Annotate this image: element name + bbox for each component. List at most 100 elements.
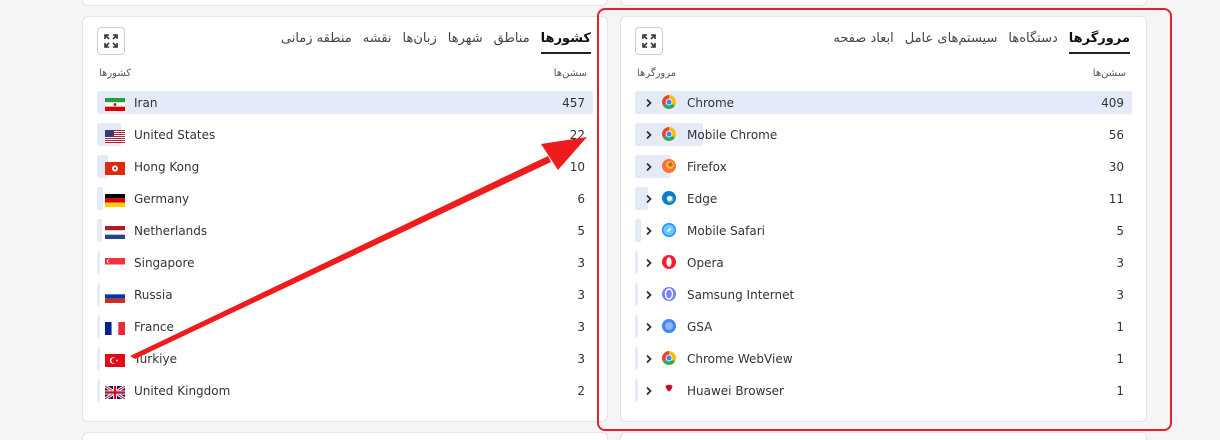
country-name: Russia xyxy=(134,287,173,302)
tab-languages[interactable]: زبان‌ها xyxy=(403,29,437,54)
chrome-icon xyxy=(661,126,678,143)
session-count: 56 xyxy=(1108,127,1124,142)
sessions-column-header: سشن‌ها xyxy=(553,68,587,79)
chevron-right-icon[interactable] xyxy=(641,95,657,111)
safari-icon xyxy=(661,222,678,239)
session-count: 3 xyxy=(577,255,585,270)
session-count: 30 xyxy=(1108,159,1124,174)
browser-row[interactable]: Mobile Chrome 56 xyxy=(635,122,1132,154)
session-count: 1 xyxy=(1116,319,1124,334)
tab-browsers[interactable]: مرورگرها xyxy=(1068,29,1130,54)
session-count: 6 xyxy=(577,191,585,206)
uk-flag-icon xyxy=(104,384,126,401)
browser-row[interactable]: Samsung Internet 3 xyxy=(635,282,1132,314)
country-row[interactable]: Hong Kong 10 xyxy=(97,154,593,186)
chevron-right-icon[interactable] xyxy=(641,287,657,303)
chevron-right-icon[interactable] xyxy=(641,191,657,207)
chevron-right-icon[interactable] xyxy=(641,255,657,271)
browsers-column-header: مرورگرها xyxy=(637,68,677,79)
country-row[interactable]: France 3 xyxy=(97,314,593,346)
browser-row[interactable]: Mobile Safari 5 xyxy=(635,218,1132,250)
country-row[interactable]: Türkiye 3 xyxy=(97,346,593,378)
session-count: 10 xyxy=(569,159,585,174)
browser-row[interactable]: Chrome 409 xyxy=(635,90,1132,122)
edge-icon xyxy=(661,190,678,207)
browser-name: Chrome WebView xyxy=(687,351,793,366)
sessions-column-header: سشن‌ها xyxy=(1092,68,1126,79)
country-name: Hong Kong xyxy=(134,159,200,174)
browser-row[interactable]: Firefox 30 xyxy=(635,154,1132,186)
chrome-icon xyxy=(661,350,678,367)
session-count: 1 xyxy=(1116,351,1124,366)
countries-panel: کشورها مناطق شهرها زبان‌ها نقشه منطقه زم… xyxy=(82,16,608,422)
browser-name: Edge xyxy=(687,191,718,206)
country-name: France xyxy=(134,319,174,334)
country-row[interactable]: Iran 457 xyxy=(97,90,593,122)
expand-button[interactable] xyxy=(97,27,125,55)
chevron-right-icon[interactable] xyxy=(641,319,657,335)
country-row[interactable]: Germany 6 xyxy=(97,186,593,218)
countries-column-header: کشورها xyxy=(99,68,131,79)
browser-name: Opera xyxy=(687,255,724,270)
browsers-tabs: مرورگرها دستگاه‌ها سیستم‌های عامل ابعاد … xyxy=(833,29,1130,54)
samsung-internet-icon xyxy=(661,286,678,303)
firefox-icon xyxy=(661,158,678,175)
iran-flag-icon xyxy=(105,96,125,111)
netherlands-flag-icon xyxy=(105,224,125,239)
browser-row[interactable]: Huawei Browser 1 xyxy=(635,378,1132,410)
country-row[interactable]: Netherlands 5 xyxy=(97,218,593,250)
browser-name: Mobile Chrome xyxy=(687,127,778,142)
country-row[interactable]: Russia 3 xyxy=(97,282,593,314)
tab-screen-sizes[interactable]: ابعاد صفحه xyxy=(833,29,893,54)
chevron-right-icon[interactable] xyxy=(641,351,657,367)
browser-name: Firefox xyxy=(687,159,727,174)
tab-devices[interactable]: دستگاه‌ها xyxy=(1008,29,1057,54)
session-count: 3 xyxy=(1116,287,1124,302)
browser-row[interactable]: GSA 1 xyxy=(635,314,1132,346)
session-count: 22 xyxy=(569,127,585,142)
countries-tabs: کشورها مناطق شهرها زبان‌ها نقشه منطقه زم… xyxy=(281,29,591,54)
browser-row[interactable]: Edge 11 xyxy=(635,186,1132,218)
session-count: 3 xyxy=(577,287,585,302)
tab-operating-systems[interactable]: سیستم‌های عامل xyxy=(905,29,998,54)
singapore-flag-icon xyxy=(105,256,125,271)
tab-regions[interactable]: مناطق xyxy=(494,29,530,54)
country-name: Iran xyxy=(134,95,158,110)
country-row[interactable]: United Kingdom 2 xyxy=(97,378,593,410)
chevron-right-icon[interactable] xyxy=(641,159,657,175)
chevron-right-icon[interactable] xyxy=(641,383,657,399)
country-name: United Kingdom xyxy=(134,383,231,398)
country-row[interactable]: United States 22 xyxy=(97,122,593,154)
session-count: 457 xyxy=(562,95,585,110)
session-count: 409 xyxy=(1101,95,1124,110)
browsers-list: Chrome 409 Mobile Chrome 56 Firefox 30 Edge 11 M… xyxy=(635,90,1132,410)
tab-cities[interactable]: شهرها xyxy=(448,29,483,54)
session-count: 5 xyxy=(577,223,585,238)
browser-name: Chrome xyxy=(687,95,735,110)
gsa-icon xyxy=(661,318,678,335)
previous-card-edge xyxy=(620,0,1147,6)
country-name: Singapore xyxy=(134,255,195,270)
chevron-right-icon[interactable] xyxy=(641,223,657,239)
country-row[interactable]: Singapore 3 xyxy=(97,250,593,282)
tab-countries[interactable]: کشورها xyxy=(540,29,591,54)
previous-card-edge xyxy=(82,0,608,6)
country-name: United States xyxy=(134,127,216,142)
tab-map[interactable]: نقشه xyxy=(363,29,392,54)
expand-icon xyxy=(104,34,118,48)
opera-icon xyxy=(661,254,678,271)
session-count: 3 xyxy=(1116,255,1124,270)
browser-row[interactable]: Opera 3 xyxy=(635,250,1132,282)
chevron-right-icon[interactable] xyxy=(641,127,657,143)
tab-timezone[interactable]: منطقه زمانی xyxy=(281,29,352,54)
us-flag-icon xyxy=(105,128,125,143)
session-count: 3 xyxy=(577,351,585,366)
russia-flag-icon xyxy=(105,288,125,303)
browser-row[interactable]: Chrome WebView 1 xyxy=(635,346,1132,378)
expand-icon xyxy=(642,34,656,48)
germany-flag-icon xyxy=(105,192,125,207)
expand-button[interactable] xyxy=(635,27,663,55)
country-name: Türkiye xyxy=(134,351,177,366)
next-card-edge xyxy=(82,432,608,440)
countries-list: Iran 457 United States 22 Hong Kong 10 Germany… xyxy=(97,90,593,410)
